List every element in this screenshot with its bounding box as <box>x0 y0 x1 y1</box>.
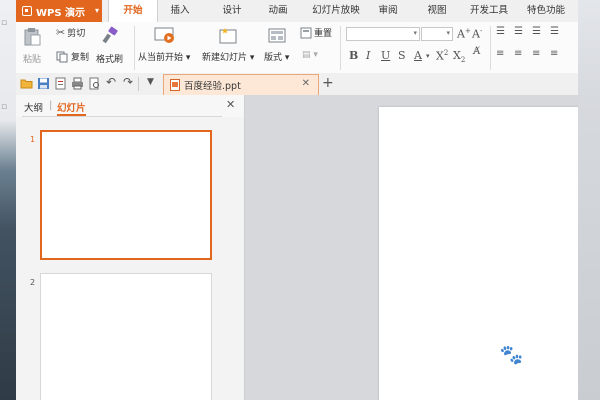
font-family-select[interactable]: ▾ <box>346 27 420 41</box>
background-window-icon: ▫ <box>1 102 8 112</box>
numbering-icon[interactable]: ☰ <box>514 26 523 37</box>
print-preview-icon[interactable] <box>88 77 101 90</box>
slide-number: 1 <box>30 135 36 144</box>
start-from-current-label: 从当前开始 ▾ <box>138 53 191 63</box>
format-painter-label: 格式刷 <box>96 55 124 65</box>
clipboard-icon <box>24 28 41 46</box>
ribbon-separator <box>134 26 135 70</box>
increase-indent-icon[interactable]: ☰ <box>550 26 559 37</box>
new-tab-icon[interactable]: + <box>322 75 334 91</box>
copy-button[interactable]: 复制 <box>56 50 89 63</box>
app-name: WPS 演示 <box>36 7 86 19</box>
chevron-down-icon: ▾ <box>95 6 100 15</box>
tab-slides[interactable]: 幻灯片 <box>57 100 86 116</box>
customize-toolbar-icon[interactable]: ▼ <box>147 77 154 87</box>
export-pdf-icon[interactable] <box>54 77 67 90</box>
new-slide-icon <box>219 28 237 44</box>
paste-label: 粘贴 <box>22 55 41 65</box>
tab-home[interactable]: 开始 <box>108 0 158 22</box>
panel-tab-divider: | <box>49 100 53 111</box>
layout-label: 版式 ▾ <box>264 53 290 63</box>
slide-panel: 大纲 | 幻灯片 ✕ 1 2 <box>16 95 245 400</box>
copy-icon <box>56 51 68 62</box>
reset-button[interactable]: 重置 <box>300 26 332 39</box>
paste-button[interactable]: 粘贴 <box>22 26 42 65</box>
panel-header-divider <box>22 116 222 117</box>
section-icon: ▤ ▾ <box>302 50 318 60</box>
ribbon-home: 粘贴 ✂ 剪切 复制 格式刷 从当前开始 ▾ 新建幻灯片 ▾ 版式 ▾ 重置 ▤… <box>16 22 578 74</box>
start-from-current-button[interactable]: 从当前开始 ▾ <box>138 26 190 63</box>
new-slide-label: 新建幻灯片 ▾ <box>202 53 255 63</box>
slide-number: 2 <box>30 278 36 287</box>
clear-format-icon[interactable]: A̸ <box>473 46 480 57</box>
cut-label: 剪切 <box>67 29 86 39</box>
format-painter-button[interactable]: 格式刷 <box>96 26 123 65</box>
superscript-icon[interactable]: X2 <box>436 49 448 63</box>
ppt-file-icon <box>170 79 180 91</box>
reset-label: 重置 <box>314 29 333 39</box>
tab-animation[interactable]: 动画 <box>260 0 296 22</box>
chevron-down-icon: ▾ <box>446 29 450 37</box>
slide-thumbnail[interactable] <box>40 273 212 400</box>
document-title: 百度经验.ppt <box>184 81 241 92</box>
save-icon[interactable] <box>37 77 50 90</box>
background-window-icon: ▫ <box>1 18 8 28</box>
underline-icon[interactable]: U <box>381 49 390 62</box>
decrease-indent-icon[interactable]: ☰ <box>532 26 541 37</box>
ribbon-separator <box>490 26 491 70</box>
font-size-select[interactable]: ▾ <box>421 27 453 41</box>
tab-design[interactable]: 设计 <box>214 0 250 22</box>
cut-button[interactable]: ✂ 剪切 <box>56 26 85 39</box>
chevron-down-icon[interactable]: ▾ <box>426 52 430 60</box>
layout-icon <box>268 28 286 43</box>
wps-logo-icon <box>22 6 32 16</box>
align-left-icon[interactable]: ≡ <box>496 48 504 59</box>
open-folder-icon[interactable] <box>20 77 33 90</box>
watermark-site: jingyan.baidu.com <box>468 370 552 380</box>
section-button[interactable]: ▤ ▾ <box>302 50 318 60</box>
tab-developer[interactable]: 开发工具 <box>463 0 515 22</box>
background-window-edge: ▫ ▫ <box>0 0 16 400</box>
tab-slideshow[interactable]: 幻灯片放映 <box>306 0 366 22</box>
menu-tab-bar: WPS 演示 ▾ 开始 插入 设计 动画 幻灯片放映 审阅 视图 开发工具 特色… <box>16 0 578 23</box>
grow-font-icon[interactable]: A+ <box>457 27 471 41</box>
paintbrush-icon <box>101 26 118 44</box>
toolbar-separator <box>138 77 139 91</box>
baidu-jingyan-watermark: Bai🐾经验 jingyan.baidu.com <box>448 333 583 393</box>
slide-panel-header: 大纲 | 幻灯片 ✕ <box>16 95 244 117</box>
subscript-icon[interactable]: X2 <box>453 49 465 64</box>
document-tab[interactable]: 百度经验.ppt ✕ <box>163 74 319 95</box>
new-slide-button[interactable]: 新建幻灯片 ▾ <box>202 26 254 63</box>
undo-icon[interactable]: ↶ <box>106 75 116 89</box>
layout-button[interactable]: 版式 ▾ <box>264 26 289 63</box>
font-color-icon[interactable]: A <box>414 49 422 62</box>
align-right-icon[interactable]: ≡ <box>532 48 540 59</box>
tab-outline[interactable]: 大纲 <box>24 100 43 114</box>
ribbon-separator <box>340 26 341 70</box>
slideshow-icon <box>154 27 175 43</box>
align-center-icon[interactable]: ≡ <box>514 48 522 59</box>
close-panel-icon[interactable]: ✕ <box>226 98 235 111</box>
chevron-down-icon: ▾ <box>413 29 417 37</box>
reset-icon <box>300 27 312 38</box>
print-icon[interactable] <box>71 77 84 90</box>
slide-thumbnail[interactable] <box>40 130 212 260</box>
tab-view[interactable]: 视图 <box>419 0 455 22</box>
italic-icon[interactable]: I <box>366 49 370 62</box>
baidu-jingyan-logo: Bai🐾经验 <box>454 339 575 367</box>
quick-access-toolbar: ↶ ↷ ▼ 百度经验.ppt ✕ + <box>16 73 578 96</box>
redo-icon[interactable]: ↷ <box>123 75 133 89</box>
tab-special[interactable]: 特色功能 <box>519 0 573 22</box>
bold-icon[interactable]: B <box>349 49 358 62</box>
shrink-font-icon[interactable]: A- <box>472 27 482 41</box>
tab-insert[interactable]: 插入 <box>162 0 198 22</box>
bullets-icon[interactable]: ☰ <box>496 26 505 37</box>
close-tab-icon[interactable]: ✕ <box>302 78 310 89</box>
tab-review[interactable]: 审阅 <box>370 0 406 22</box>
justify-icon[interactable]: ≡ <box>550 48 558 59</box>
scissors-icon: ✂ <box>56 26 66 39</box>
shadow-text-icon[interactable]: S <box>398 49 406 62</box>
copy-label: 复制 <box>71 53 90 63</box>
app-menu-button[interactable]: WPS 演示 ▾ <box>16 0 102 22</box>
